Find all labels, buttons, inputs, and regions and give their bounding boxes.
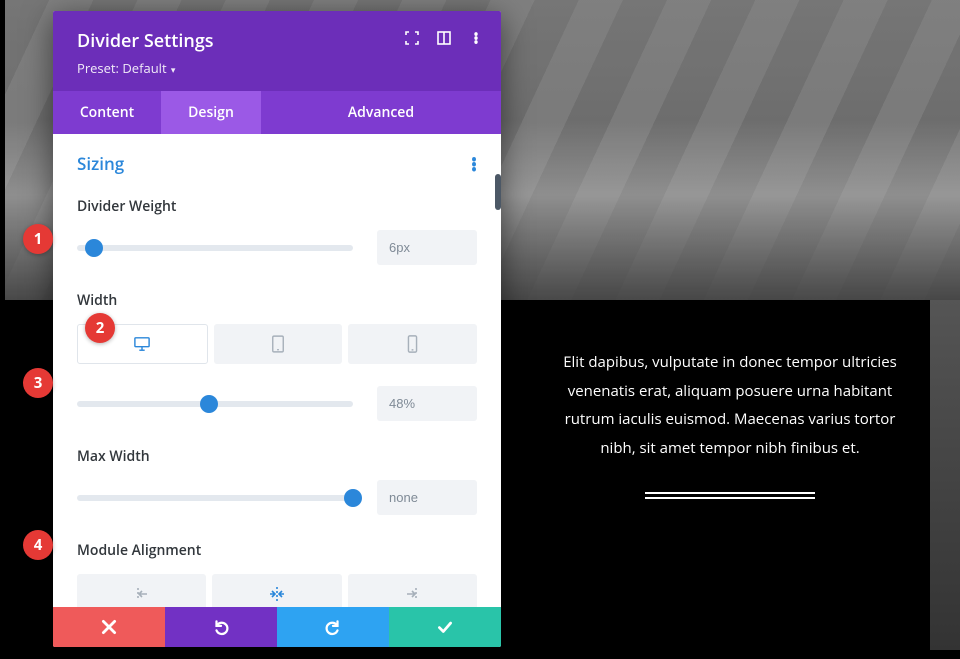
device-tab-phone[interactable]	[348, 324, 477, 364]
slider-divider-weight[interactable]	[77, 245, 353, 251]
responsive-device-tabs	[77, 324, 477, 364]
field-divider-weight: Divider Weight	[77, 197, 477, 265]
phone-icon	[407, 335, 418, 353]
redo-button[interactable]	[277, 607, 389, 647]
preview-text-card: Elit dapibus, vulputate in donec tempor …	[530, 303, 930, 539]
caret-down-icon: ▾	[169, 63, 176, 76]
align-left-button[interactable]	[77, 574, 206, 607]
slider-width[interactable]	[77, 401, 353, 407]
background-right-strip	[930, 300, 960, 650]
cancel-button[interactable]	[53, 607, 165, 647]
align-right-icon	[401, 585, 423, 603]
align-center-icon	[266, 585, 288, 603]
preset-selector[interactable]: Preset: Default ▾	[77, 59, 477, 77]
expand-icon[interactable]	[405, 31, 419, 45]
columns-icon[interactable]	[437, 31, 451, 45]
slider-max-width[interactable]	[77, 495, 353, 501]
label-module-alignment: Module Alignment	[77, 541, 477, 560]
input-divider-weight[interactable]	[377, 230, 477, 265]
align-right-button[interactable]	[348, 574, 477, 607]
preview-divider	[645, 492, 815, 499]
device-tab-tablet[interactable]	[214, 324, 343, 364]
input-max-width[interactable]	[377, 480, 477, 515]
callout-badge-1: 1	[23, 224, 53, 254]
slider-thumb[interactable]	[85, 239, 103, 257]
field-module-alignment: Module Alignment	[77, 541, 477, 607]
desktop-icon	[132, 336, 152, 352]
tab-content[interactable]: Content	[53, 91, 161, 134]
redo-icon	[324, 618, 342, 636]
modal-footer	[53, 607, 501, 647]
tablet-icon	[271, 335, 285, 353]
check-icon	[436, 618, 454, 636]
label-max-width: Max Width	[77, 447, 477, 466]
input-width[interactable]	[377, 386, 477, 421]
modal-header: Divider Settings Preset: Default ▾ •••	[53, 11, 501, 91]
modal-body: Sizing ••• Divider Weight Width	[53, 134, 501, 607]
field-width: Width	[77, 291, 477, 421]
callout-badge-2: 2	[85, 313, 115, 343]
tab-advanced[interactable]: Advanced	[261, 91, 501, 134]
undo-button[interactable]	[165, 607, 277, 647]
preview-text: Elit dapibus, vulputate in donec tempor …	[550, 348, 910, 462]
tab-bar: Content Design Advanced	[53, 91, 501, 134]
tab-design[interactable]: Design	[161, 91, 261, 134]
align-left-icon	[131, 585, 153, 603]
align-center-button[interactable]	[212, 574, 341, 607]
callout-badge-4: 4	[23, 530, 53, 560]
section-title[interactable]: Sizing	[77, 152, 124, 175]
close-icon	[100, 618, 118, 636]
kebab-menu-icon[interactable]: •••	[469, 31, 483, 45]
label-width: Width	[77, 291, 477, 310]
slider-thumb[interactable]	[200, 395, 218, 413]
callout-badge-3: 3	[23, 368, 53, 398]
undo-icon	[212, 618, 230, 636]
field-max-width: Max Width	[77, 447, 477, 515]
label-divider-weight: Divider Weight	[77, 197, 477, 216]
save-button[interactable]	[389, 607, 501, 647]
slider-thumb[interactable]	[344, 489, 362, 507]
settings-modal: Divider Settings Preset: Default ▾ ••• C…	[53, 11, 501, 647]
section-kebab-icon[interactable]: •••	[471, 156, 477, 171]
scrollbar-thumb[interactable]	[495, 174, 501, 210]
